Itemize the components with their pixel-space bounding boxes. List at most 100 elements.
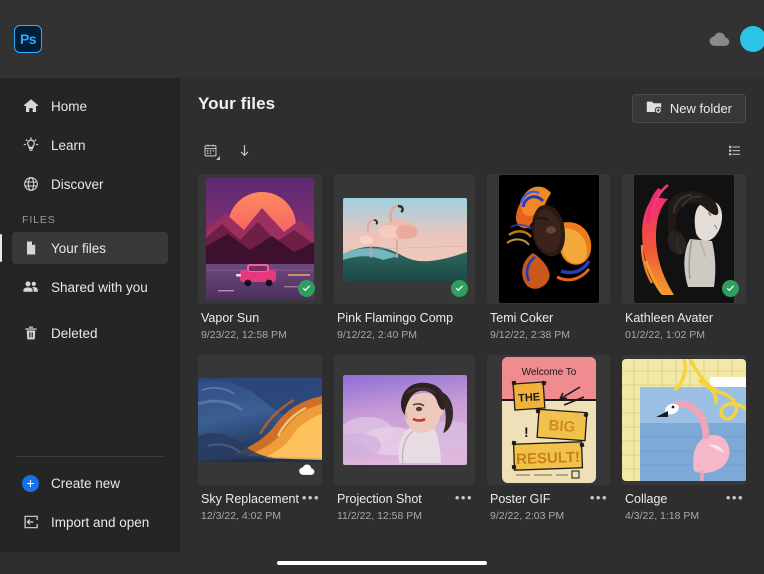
sidebar-item-your-files-label: Your files — [51, 241, 106, 256]
file-card[interactable]: Projection Shot 11/2/22, 12:58 PM ••• — [334, 355, 475, 522]
home-indicator[interactable] — [277, 561, 487, 565]
file-name: Kathleen Avater — [625, 311, 744, 325]
file-meta: Collage 4/3/22, 1:18 PM ••• — [622, 485, 746, 522]
sidebar: Home Learn Discover FILES — [0, 78, 180, 552]
file-meta: Pink Flamingo Comp 9/12/22, 2:40 PM — [334, 304, 475, 341]
sidebar-section-files-label: FILES — [0, 214, 180, 226]
calendar-sort-icon[interactable] — [198, 138, 222, 162]
file-thumbnail[interactable] — [487, 174, 610, 304]
file-card[interactable]: Vapor Sun 9/23/22, 12:58 PM — [198, 174, 322, 341]
artwork-poster-gif: Welcome To THE — [502, 357, 596, 483]
avatar[interactable] — [740, 26, 764, 52]
photoshop-logo[interactable]: Ps — [14, 25, 42, 53]
file-thumbnail[interactable] — [198, 174, 322, 304]
sidebar-item-discover-label: Discover — [51, 177, 104, 192]
new-folder-button[interactable]: New folder — [632, 94, 746, 123]
import-and-open-label: Import and open — [51, 515, 149, 530]
files-toolbar — [198, 138, 746, 162]
sidebar-item-learn[interactable]: Learn — [12, 129, 168, 161]
sidebar-item-deleted[interactable]: Deleted — [12, 317, 168, 349]
artwork-kathleen-avater — [634, 175, 734, 303]
artwork-sky-replacement — [198, 378, 322, 462]
file-thumbnail[interactable] — [622, 355, 746, 485]
cloud-icon[interactable] — [708, 31, 730, 47]
file-card[interactable]: Temi Coker 9/12/22, 2:38 PM — [487, 174, 610, 341]
create-new-label: Create new — [51, 476, 120, 491]
sidebar-item-shared-with-you[interactable]: Shared with you — [12, 271, 168, 303]
svg-text:THE: THE — [517, 391, 540, 405]
sidebar-divider — [16, 456, 164, 457]
file-thumbnail[interactable]: Welcome To THE — [487, 355, 610, 485]
file-name: Projection Shot — [337, 492, 473, 506]
cloud-only-badge — [298, 461, 315, 478]
spacer — [0, 499, 180, 506]
svg-text:Welcome To: Welcome To — [521, 367, 576, 378]
top-bar-right-group — [708, 26, 750, 52]
file-name: Vapor Sun — [201, 311, 320, 325]
spacer — [0, 161, 180, 168]
import-icon — [22, 514, 39, 531]
sync-status-badge — [298, 280, 315, 297]
arrow-down-icon[interactable] — [232, 138, 256, 162]
top-bar: Ps — [0, 0, 764, 78]
file-meta: Temi Coker 9/12/22, 2:38 PM — [487, 304, 610, 341]
dropdown-corner-indicator — [216, 156, 220, 160]
svg-text:RESULT!: RESULT! — [515, 449, 579, 468]
file-date: 9/12/22, 2:40 PM — [337, 329, 473, 341]
files-grid: Vapor Sun 9/23/22, 12:58 PM — [198, 174, 746, 522]
plus-circle-icon: + — [22, 475, 39, 492]
body-wrapper: Home Learn Discover FILES — [0, 78, 764, 552]
file-date: 12/3/22, 4:02 PM — [201, 510, 320, 522]
sync-status-badge — [451, 280, 468, 297]
svg-text:!: ! — [524, 424, 529, 440]
sync-status-badge — [722, 280, 739, 297]
home-icon — [22, 98, 39, 115]
sidebar-item-shared-with-you-label: Shared with you — [51, 280, 148, 295]
spacer — [0, 310, 180, 317]
main-content: Your files New folder — [180, 78, 764, 552]
sidebar-item-your-files[interactable]: Your files — [12, 232, 168, 264]
file-meta: Kathleen Avater 01/2/22, 1:02 PM — [622, 304, 746, 341]
file-overflow-menu-button[interactable]: ••• — [590, 491, 608, 504]
sidebar-bottom-group: + Create new Import and open — [0, 456, 180, 552]
file-date: 4/3/22, 1:18 PM — [625, 510, 744, 522]
create-new-button[interactable]: + Create new — [12, 467, 168, 499]
sidebar-item-deleted-label: Deleted — [51, 326, 98, 341]
lightbulb-icon — [22, 137, 39, 154]
spacer — [0, 122, 180, 129]
file-card[interactable]: Pink Flamingo Comp 9/12/22, 2:40 PM — [334, 174, 475, 341]
file-card[interactable]: Kathleen Avater 01/2/22, 1:02 PM — [622, 174, 746, 341]
artwork-pink-flamingo — [343, 198, 467, 281]
file-thumbnail[interactable] — [622, 174, 746, 304]
file-thumbnail[interactable] — [198, 355, 322, 485]
artwork-collage — [622, 359, 746, 481]
new-folder-icon — [646, 100, 662, 117]
file-thumbnail[interactable] — [334, 355, 475, 485]
file-thumbnail[interactable] — [334, 174, 475, 304]
sidebar-item-home[interactable]: Home — [12, 90, 168, 122]
file-name: Temi Coker — [490, 311, 608, 325]
people-icon — [22, 279, 39, 296]
list-view-icon[interactable] — [722, 138, 746, 162]
photoshop-web-app: Ps Home Learn — [0, 0, 764, 574]
main-header: Your files New folder — [198, 78, 746, 123]
file-overflow-menu-button[interactable]: ••• — [455, 491, 473, 504]
file-meta: Poster GIF 9/2/22, 2:03 PM ••• — [487, 485, 610, 522]
import-and-open-button[interactable]: Import and open — [12, 506, 168, 538]
spacer — [0, 303, 180, 310]
file-overflow-menu-button[interactable]: ••• — [726, 491, 744, 504]
photoshop-logo-text: Ps — [20, 31, 36, 47]
file-card[interactable]: Welcome To THE — [487, 355, 610, 522]
file-card[interactable]: Collage 4/3/22, 1:18 PM ••• — [622, 355, 746, 522]
spacer — [0, 264, 180, 271]
file-card[interactable]: Sky Replacement 12/3/22, 4:02 PM ••• — [198, 355, 322, 522]
sidebar-item-learn-label: Learn — [51, 138, 86, 153]
file-date: 01/2/22, 1:02 PM — [625, 329, 744, 341]
globe-icon — [22, 176, 39, 193]
file-date: 9/12/22, 2:38 PM — [490, 329, 608, 341]
file-overflow-menu-button[interactable]: ••• — [302, 491, 320, 504]
artwork-projection-shot — [343, 375, 467, 465]
file-meta: Vapor Sun 9/23/22, 12:58 PM — [198, 304, 322, 341]
artwork-temi-coker — [499, 175, 599, 303]
sidebar-item-discover[interactable]: Discover — [12, 168, 168, 200]
